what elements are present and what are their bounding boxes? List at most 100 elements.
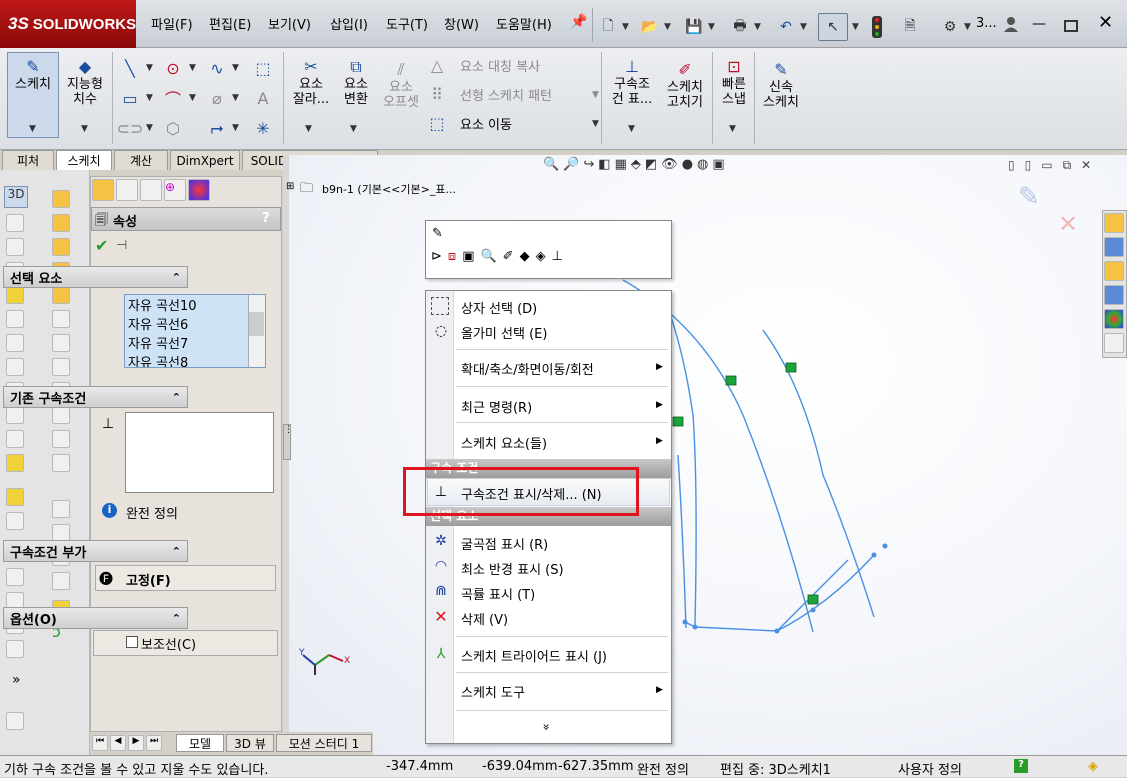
- line-icon[interactable]: ╲: [119, 57, 141, 79]
- menu-item-box-select[interactable]: 상자 선택 (D): [461, 298, 537, 317]
- menu-tools[interactable]: 도구(T): [386, 14, 428, 33]
- collapse-icon[interactable]: ⌃: [172, 391, 181, 404]
- list-item[interactable]: 자유 곡선6: [128, 316, 262, 335]
- select-dropdown-icon[interactable]: ▼: [852, 22, 859, 32]
- pin-icon[interactable]: 📌: [570, 14, 587, 30]
- select-icon[interactable]: ↖: [818, 13, 848, 41]
- construction-checkbox[interactable]: [126, 636, 138, 648]
- print-dropdown-icon[interactable]: ▼: [754, 22, 761, 32]
- collapse-icon[interactable]: ⌃: [172, 271, 181, 284]
- menu-item-show-triad[interactable]: 스케치 트라이어드 표시 (J): [461, 646, 607, 665]
- menu-item-delete[interactable]: 삭제 (V): [461, 609, 508, 628]
- strip-icon[interactable]: [52, 334, 70, 352]
- menu-item-sketch-tools[interactable]: 스케치 도구: [461, 682, 525, 701]
- menu-view[interactable]: 보기(V): [268, 14, 311, 33]
- sketch-button[interactable]: ✎ 스케치: [10, 55, 56, 92]
- smart-dimension-button[interactable]: ◆ 지능형 치수: [62, 55, 108, 107]
- strip-icon[interactable]: [6, 310, 24, 328]
- scrollbar-thumb[interactable]: [249, 312, 264, 336]
- spline-point[interactable]: [682, 619, 688, 625]
- tab-motion-study[interactable]: 모션 스터디 1: [276, 734, 372, 752]
- menu-item-lasso-select[interactable]: 올가미 선택 (E): [461, 323, 547, 342]
- prev-tab-icon[interactable]: ◀: [110, 735, 126, 751]
- fillet-icon[interactable]: ⌀: [206, 87, 228, 109]
- mirror-label[interactable]: 요소 대칭 복사: [460, 56, 540, 75]
- smart-dim-dropdown-icon[interactable]: ▼: [81, 124, 88, 134]
- existing-relations-header[interactable]: 기존 구속조건 ⌃: [3, 386, 188, 408]
- new-icon[interactable]: 🗋: [598, 17, 618, 37]
- strip-icon[interactable]: [52, 572, 70, 590]
- appearance-tab-icon[interactable]: [188, 179, 210, 201]
- strip-icon[interactable]: [6, 334, 24, 352]
- smart-dim-strip-icon[interactable]: [6, 214, 24, 232]
- tab-sketch[interactable]: 스케치: [56, 150, 112, 170]
- surface-spline-icon[interactable]: ⬚: [252, 57, 274, 79]
- options-icon[interactable]: ⚙: [940, 17, 960, 37]
- menu-insert[interactable]: 삽입(I): [330, 14, 368, 33]
- strip-icon[interactable]: [6, 286, 24, 304]
- strip-icon[interactable]: [52, 238, 70, 256]
- slot-dropdown-icon[interactable]: ▼: [146, 123, 153, 133]
- menu-item-min-radius[interactable]: 최소 반경 표시 (S): [461, 559, 564, 578]
- linear-pattern-icon[interactable]: ⠿: [426, 83, 448, 105]
- selected-entities-header[interactable]: 선택 요소 ⌃: [3, 266, 188, 288]
- sketch-dropdown-icon[interactable]: ▼: [29, 124, 36, 134]
- open-dropdown-icon[interactable]: ▼: [664, 22, 671, 32]
- tab-dimxpert[interactable]: DimXpert: [170, 150, 240, 170]
- spline-point[interactable]: [871, 552, 877, 558]
- move-label[interactable]: 요소 이동: [460, 114, 512, 133]
- property-tab-icon[interactable]: [116, 179, 138, 201]
- feature-tree-tab-icon[interactable]: [92, 179, 114, 201]
- move-dropdown-icon[interactable]: ▼: [592, 119, 599, 129]
- zoom-selection-icon[interactable]: 🔍: [480, 249, 496, 269]
- plane-dropdown-icon[interactable]: ▼: [232, 123, 239, 133]
- slot-icon[interactable]: ⊂⊃: [117, 117, 144, 139]
- tab-features[interactable]: 피처: [2, 150, 54, 170]
- sketch-canvas[interactable]: [283, 155, 1127, 755]
- maximize-icon[interactable]: [1064, 20, 1078, 32]
- tab-model[interactable]: 모델: [176, 734, 224, 752]
- rectangle-icon[interactable]: ▭: [119, 87, 141, 109]
- strip-icon[interactable]: [6, 568, 24, 586]
- dimension-ctx-icon[interactable]: ◈: [536, 249, 546, 269]
- quick-snap-button[interactable]: ⊡ 빠른 스냅: [716, 55, 752, 107]
- menu-file[interactable]: 파일(F): [151, 14, 193, 33]
- align-icon[interactable]: ⧈: [448, 249, 456, 269]
- strip-icon[interactable]: [6, 238, 24, 256]
- strip-icon[interactable]: [52, 214, 70, 232]
- status-units[interactable]: 사용자 정의: [898, 759, 962, 778]
- text-icon[interactable]: A: [252, 87, 274, 109]
- trim-button[interactable]: ✂ 요소 잘라...: [290, 55, 332, 107]
- next-tab-icon[interactable]: ▶: [128, 735, 144, 751]
- pin-pm-icon[interactable]: ⊣: [116, 238, 127, 253]
- menu-item-recent-commands[interactable]: 최근 명령(R): [461, 397, 532, 416]
- strip-icon[interactable]: [52, 190, 70, 208]
- menu-edit[interactable]: 편집(E): [209, 14, 251, 33]
- move-icon[interactable]: ⬚: [426, 112, 448, 134]
- menu-item-show-curvature[interactable]: 곡률 표시 (T): [461, 584, 535, 603]
- select-chain-icon[interactable]: ⊳: [431, 249, 442, 269]
- relation-marker[interactable]: [725, 375, 737, 386]
- spline-icon[interactable]: ∿: [206, 57, 228, 79]
- last-tab-icon[interactable]: ⏭: [146, 735, 162, 751]
- convert-button[interactable]: ⧉ 요소 변환: [336, 55, 376, 107]
- relation-marker[interactable]: [785, 362, 797, 373]
- strip-icon[interactable]: [52, 500, 70, 518]
- selected-entities-list[interactable]: 자유 곡선10 자유 곡선6 자유 곡선7 자유 곡선8: [124, 294, 266, 368]
- menu-item-sketch-entities[interactable]: 스케치 요소(들): [461, 433, 547, 452]
- spline-point[interactable]: [774, 628, 780, 634]
- edit-sketch-icon[interactable]: ✐: [503, 249, 514, 269]
- strip-icon[interactable]: [52, 310, 70, 328]
- line-dropdown-icon[interactable]: ▼: [146, 63, 153, 73]
- help-status-icon[interactable]: ?: [1014, 759, 1028, 773]
- fix-relation-row[interactable]: [95, 565, 276, 591]
- menu-item-zoom-pan-rotate[interactable]: 확대/축소/화면이동/회전: [461, 359, 594, 378]
- strip-icon[interactable]: [6, 488, 24, 506]
- collapse-icon[interactable]: ⌃: [172, 612, 181, 625]
- options-dropdown-icon[interactable]: ▼: [964, 22, 971, 32]
- repair-sketch-button[interactable]: ✐ 스케치 고치기: [662, 58, 708, 110]
- expand-strip-icon[interactable]: »: [12, 672, 21, 688]
- rectangle-dropdown-icon[interactable]: ▼: [146, 93, 153, 103]
- spline-dropdown-icon[interactable]: ▼: [232, 63, 239, 73]
- new-dropdown-icon[interactable]: ▼: [622, 22, 629, 32]
